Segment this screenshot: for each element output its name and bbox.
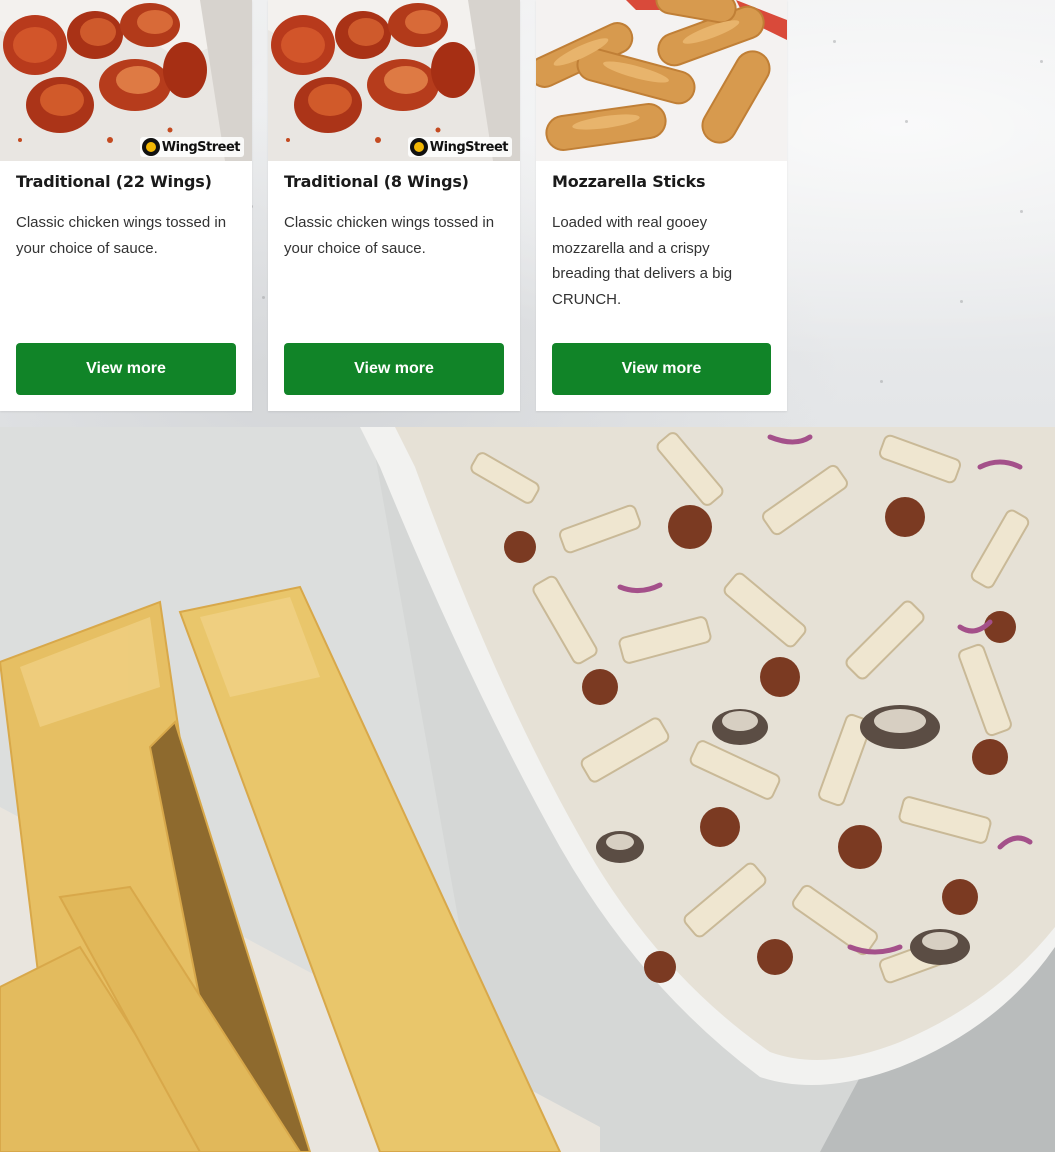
wingstreet-logo: WingStreet: [407, 137, 512, 157]
view-more-button[interactable]: View more: [284, 343, 504, 395]
wingstreet-text: WingStreet: [161, 139, 241, 155]
menu-card-mozzarella-sticks[interactable]: Mozzarella Sticks Loaded with real gooey…: [536, 0, 787, 411]
mozzarella-sticks-image[interactable]: [536, 0, 787, 161]
card-title[interactable]: Traditional (8 Wings): [284, 172, 510, 191]
chicken-wings-image[interactable]: WingStreet: [268, 0, 520, 161]
view-more-button[interactable]: View more: [552, 343, 771, 395]
pasta-and-breadsticks-image: [0, 427, 1055, 1152]
menu-card-traditional-22-wings[interactable]: WingStreet Traditional (22 Wings) Classi…: [0, 0, 252, 411]
card-description: Loaded with real gooey mozzarella and a …: [552, 214, 733, 308]
card-title[interactable]: Mozzarella Sticks: [552, 172, 777, 191]
card-title[interactable]: Traditional (22 Wings): [16, 172, 242, 191]
chicken-wings-image[interactable]: WingStreet: [0, 0, 252, 161]
wingstreet-icon: [409, 138, 428, 156]
menu-card-traditional-8-wings[interactable]: WingStreet Traditional (8 Wings) Classic…: [268, 0, 520, 411]
wingstreet-icon: [141, 138, 160, 156]
wingstreet-text: WingStreet: [429, 139, 509, 155]
card-description: Classic chicken wings tossed in your cho…: [16, 214, 227, 257]
card-description: Classic chicken wings tossed in your cho…: [284, 214, 495, 257]
view-more-button[interactable]: View more: [16, 343, 236, 395]
wingstreet-logo: WingStreet: [139, 137, 244, 157]
